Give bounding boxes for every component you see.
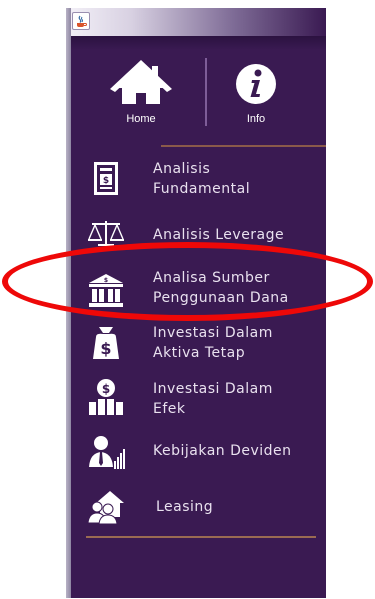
menu-item-investasi-aktiva[interactable]: $ Investasi Dalam Aktiva Tetap bbox=[71, 321, 326, 371]
coin-buildings-icon: $ bbox=[89, 379, 123, 415]
svg-text:$: $ bbox=[102, 382, 110, 396]
home-label: Home bbox=[126, 113, 156, 125]
menu-item-label: Analisis Fundamental bbox=[153, 161, 251, 197]
svg-text:$: $ bbox=[103, 176, 109, 186]
home-button[interactable]: Home bbox=[96, 58, 186, 138]
red-highlight-ellipse bbox=[2, 242, 373, 321]
bottom-divider bbox=[86, 536, 316, 538]
home-icon bbox=[110, 60, 172, 104]
title-bar[interactable] bbox=[66, 8, 326, 36]
svg-text:$: $ bbox=[100, 339, 111, 358]
info-button[interactable]: Info bbox=[211, 58, 301, 138]
people-house-icon bbox=[87, 491, 124, 525]
menu-item-label: Leasing bbox=[156, 499, 214, 515]
title-bar-shadow bbox=[66, 36, 326, 50]
info-label: Info bbox=[246, 113, 266, 125]
menu-item-kebijakan-deviden[interactable]: Kebijakan Deviden bbox=[71, 433, 326, 477]
document-dollar-icon: $ bbox=[94, 162, 118, 195]
menu-item-investasi-efek[interactable]: $ Investasi Dalam Efek bbox=[71, 377, 326, 427]
nav-separator bbox=[205, 58, 207, 126]
info-icon bbox=[236, 64, 276, 104]
menu-item-label: Kebijakan Deviden bbox=[153, 443, 292, 459]
menu-item-label: Investasi Dalam Aktiva Tetap bbox=[153, 325, 273, 361]
businessman-chart-icon bbox=[89, 436, 125, 469]
top-divider bbox=[161, 145, 326, 147]
java-app-icon[interactable] bbox=[72, 12, 90, 30]
menu-item-label: Investasi Dalam Efek bbox=[153, 381, 273, 417]
menu-item-analisis-fundamental[interactable]: $ Analisis Fundamental bbox=[71, 153, 326, 203]
money-bag-icon: $ bbox=[93, 327, 119, 359]
top-navigation: Home Info bbox=[71, 58, 326, 138]
menu-item-leasing[interactable]: Leasing bbox=[71, 487, 326, 531]
